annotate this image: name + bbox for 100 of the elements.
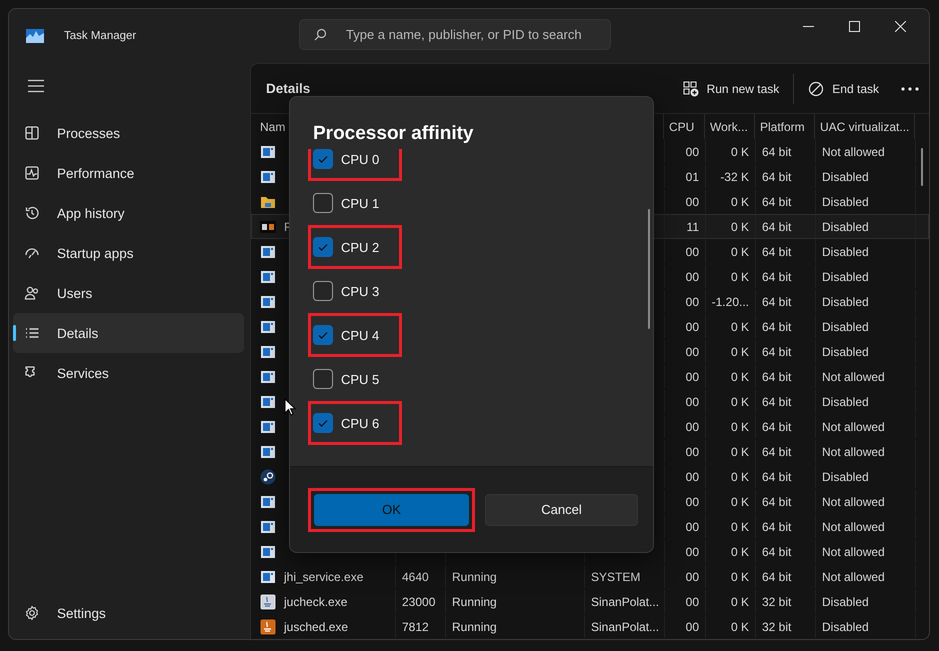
table-cell: Not allowed bbox=[822, 544, 885, 558]
table-cell: Not allowed bbox=[822, 144, 885, 158]
table-cell: 4640 bbox=[402, 570, 429, 584]
table-cell: 64 bit bbox=[762, 544, 792, 558]
table-cell: 00 bbox=[686, 144, 699, 158]
table-cell: 64 bit bbox=[762, 220, 792, 234]
app-icon bbox=[260, 418, 276, 434]
scrollbar[interactable] bbox=[921, 148, 923, 186]
app-icon bbox=[260, 568, 276, 584]
page-title: Details bbox=[266, 81, 310, 96]
app-icon bbox=[260, 494, 276, 510]
cancel-button[interactable]: Cancel bbox=[485, 494, 638, 526]
new-window-icon bbox=[682, 80, 699, 96]
table-cell: 00 bbox=[686, 444, 699, 458]
table-cell: Disabled bbox=[822, 394, 869, 408]
table-cell: Disabled bbox=[822, 294, 869, 308]
sidebar-item[interactable]: Users bbox=[13, 273, 244, 313]
table-cell: 0 K bbox=[730, 194, 749, 208]
sidebar-item[interactable]: Services bbox=[13, 353, 244, 393]
table-cell: Disabled bbox=[822, 220, 869, 234]
app-icon bbox=[260, 144, 276, 160]
table-cell: 0 K bbox=[730, 144, 749, 158]
sidebar-item[interactable]: Startup apps bbox=[13, 233, 244, 273]
sidebar-item[interactable]: App history bbox=[13, 193, 244, 233]
table-cell: Not allowed bbox=[822, 494, 885, 508]
cpu-checkbox[interactable]: CPU 3 bbox=[313, 281, 380, 301]
pulse-icon bbox=[24, 165, 40, 181]
table-cell: 00 bbox=[686, 194, 699, 208]
table-cell: 01 bbox=[686, 170, 699, 184]
table-cell: 0 K bbox=[730, 420, 749, 434]
menu-icon[interactable] bbox=[28, 79, 44, 93]
table-cell: Running bbox=[452, 570, 497, 584]
table-cell: 00 bbox=[686, 370, 699, 384]
game-icon bbox=[260, 218, 276, 234]
table-cell: 0 K bbox=[730, 494, 749, 508]
history-icon bbox=[24, 205, 40, 221]
more-icon[interactable] bbox=[901, 86, 919, 92]
table-cell: 00 bbox=[686, 470, 699, 484]
column-header[interactable]: Work... bbox=[705, 114, 755, 139]
search-field[interactable]: Type a name, publisher, or PID to search bbox=[299, 19, 611, 50]
table-cell: 64 bit bbox=[762, 194, 792, 208]
sidebar-item[interactable]: Performance bbox=[13, 153, 244, 193]
table-cell: 00 bbox=[686, 320, 699, 334]
sidebar-item[interactable]: Processes bbox=[13, 113, 244, 153]
cpu-checkbox[interactable]: CPU 6 bbox=[313, 413, 380, 433]
cup-icon bbox=[260, 618, 276, 634]
table-cell: jusched.exe bbox=[284, 620, 348, 634]
table-cell: Not allowed bbox=[822, 520, 885, 534]
table-cell: 0 K bbox=[730, 470, 749, 484]
table-cell: 64 bit bbox=[762, 420, 792, 434]
end-task-button[interactable]: End task bbox=[794, 72, 893, 104]
cpu-checkbox[interactable]: CPU 0 bbox=[313, 149, 380, 169]
table-cell: 7812 bbox=[402, 620, 429, 634]
table-cell: Running bbox=[452, 620, 497, 634]
table-cell: 0 K bbox=[730, 394, 749, 408]
table-cell: SinanPolat... bbox=[591, 620, 660, 634]
steam-icon bbox=[260, 468, 276, 484]
table-cell: 00 bbox=[686, 270, 699, 284]
table-cell: Disabled bbox=[822, 620, 869, 634]
table-cell: 64 bit bbox=[762, 144, 792, 158]
table-cell: -1.20... bbox=[712, 294, 749, 308]
table-cell: 00 bbox=[686, 594, 699, 608]
cpu-checkbox[interactable]: CPU 1 bbox=[313, 193, 380, 213]
app-icon bbox=[260, 268, 276, 284]
cpu-checkbox[interactable]: CPU 4 bbox=[313, 325, 380, 345]
table-cell: Disabled bbox=[822, 270, 869, 284]
table-cell: 00 bbox=[686, 294, 699, 308]
table-cell: 00 bbox=[686, 620, 699, 634]
sidebar-item[interactable]: Details bbox=[13, 313, 244, 353]
table-cell: 64 bit bbox=[762, 270, 792, 284]
table-cell: jhi_service.exe bbox=[284, 570, 364, 584]
scrollbar[interactable] bbox=[648, 209, 650, 329]
column-header[interactable]: Platform bbox=[755, 114, 815, 139]
table-cell: 0 K bbox=[730, 520, 749, 534]
search-icon bbox=[314, 28, 327, 41]
cpu-checkbox[interactable]: CPU 5 bbox=[313, 369, 380, 389]
table-cell: Disabled bbox=[822, 170, 869, 184]
table-cell: 00 bbox=[686, 394, 699, 408]
app-icon bbox=[260, 368, 276, 384]
table-cell: 64 bit bbox=[762, 320, 792, 334]
table-cell: 00 bbox=[686, 520, 699, 534]
table-cell: 0 K bbox=[730, 544, 749, 558]
table-cell: 64 bit bbox=[762, 520, 792, 534]
app-icon bbox=[260, 294, 276, 310]
settings-item[interactable]: Settings bbox=[13, 593, 244, 633]
table-cell: 0 K bbox=[730, 570, 749, 584]
table-cell: jucheck.exe bbox=[284, 594, 348, 608]
table-cell: -32 K bbox=[720, 170, 749, 184]
maximize-icon[interactable] bbox=[848, 20, 860, 32]
table-cell: Not allowed bbox=[822, 444, 885, 458]
column-header[interactable]: UAC virtualizat... bbox=[815, 114, 915, 139]
table-cell: 64 bit bbox=[762, 370, 792, 384]
table-cell: 00 bbox=[686, 344, 699, 358]
close-icon[interactable] bbox=[894, 20, 906, 32]
table-cell: 32 bit bbox=[762, 594, 792, 608]
column-header[interactable]: CPU bbox=[664, 114, 705, 139]
cpu-checkbox[interactable]: CPU 2 bbox=[313, 237, 380, 257]
run-new-task-button[interactable]: Run new task bbox=[668, 72, 794, 104]
cup-icon bbox=[260, 594, 276, 610]
table-cell: 11 bbox=[686, 220, 699, 234]
